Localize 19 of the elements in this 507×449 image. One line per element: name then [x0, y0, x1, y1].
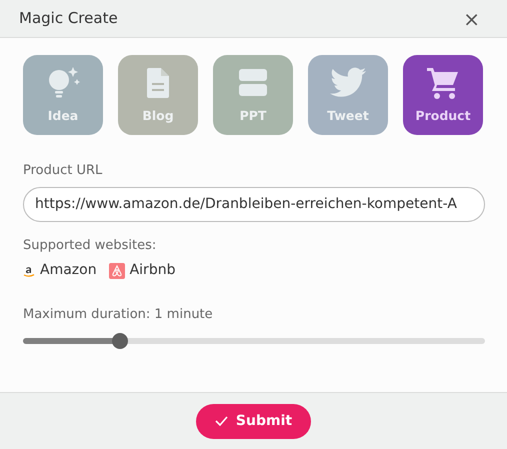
cart-icon	[425, 65, 461, 101]
slider-thumb[interactable]	[112, 332, 128, 348]
mode-tile[interactable]: Product	[403, 55, 483, 135]
check-icon	[214, 416, 228, 426]
tile-label: Idea	[48, 107, 78, 125]
url-field[interactable]: https://www.amazon.de/Dranbleiben-erreichen-kompetent-A	[23, 186, 485, 222]
site-name: Amazon	[40, 261, 97, 280]
airbnb-icon	[108, 262, 125, 278]
tile-label: PPT	[240, 107, 266, 125]
window-title: Magic Create	[19, 8, 118, 30]
tile-label: Blog	[142, 107, 174, 125]
close-button[interactable]: ×	[459, 8, 484, 28]
submit-button[interactable]: Submit	[196, 404, 312, 438]
site-name: Airbnb	[130, 261, 176, 280]
supported-label: Supported websites:	[23, 236, 158, 254]
duration-label: Maximum duration: 1 minute	[23, 306, 214, 324]
field-label: Product URL	[23, 162, 104, 180]
tile-label: Product	[415, 107, 471, 125]
tile-label: Tweet	[327, 107, 369, 125]
